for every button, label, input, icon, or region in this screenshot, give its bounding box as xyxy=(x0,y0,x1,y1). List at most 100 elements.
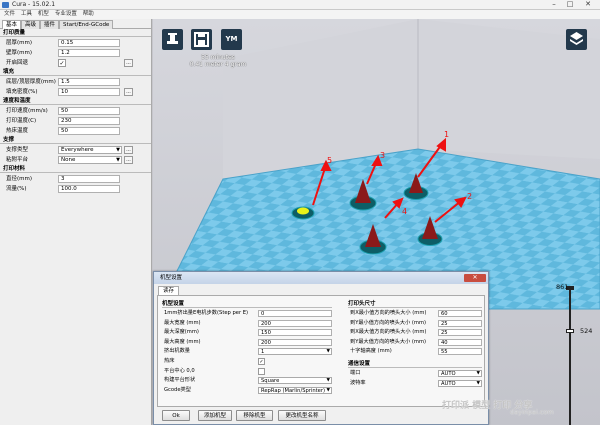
machine-setting-input[interactable]: 0 xyxy=(258,310,332,317)
setting-label: 热床温度 xyxy=(6,128,29,134)
machine-setting-select[interactable]: RepRap (Marlin/Sprinter) ▼ xyxy=(258,386,332,394)
printhead-setting-input[interactable]: 55 xyxy=(438,348,482,356)
printhead-setting-input[interactable]: 40 xyxy=(438,338,482,346)
setting-input[interactable]: 100.0 xyxy=(58,185,120,193)
layer-slider[interactable] xyxy=(565,286,575,425)
printhead-setting-input[interactable]: 25 xyxy=(438,329,482,337)
machine-setting-input[interactable]: 200 xyxy=(258,338,332,346)
print-material: 0.41 meter 4 gram xyxy=(189,61,247,68)
setting-label: 壁厚(mm) xyxy=(6,50,33,56)
ok-button[interactable]: Ok xyxy=(162,410,190,421)
section-heading: 填充 xyxy=(0,68,151,76)
menu-bar: 文件 工具 机型 专业设置 帮助 xyxy=(0,10,600,19)
setting-input[interactable]: 50 xyxy=(58,107,120,115)
printhead-setting-input[interactable]: 25 xyxy=(438,319,482,327)
machine-setting-select-value: RepRap (Marlin/Sprinter) xyxy=(261,387,326,394)
model-1[interactable] xyxy=(403,173,429,200)
tab-start-end-gcode[interactable]: Start/End-GCode xyxy=(59,20,114,29)
machine-setting-input[interactable]: 200 xyxy=(258,319,332,327)
menu-file[interactable]: 文件 xyxy=(4,10,15,19)
setting-label: 打印温度(C) xyxy=(6,118,37,124)
ym-button[interactable]: YM xyxy=(221,29,242,50)
setting-label: 层厚(mm) xyxy=(6,40,33,46)
machine-setting-select-value: 1 xyxy=(261,349,265,356)
model-5[interactable] xyxy=(291,206,315,220)
machine-setting-row: 构建平台形状 Square ▼ xyxy=(162,376,332,386)
setting-input[interactable]: 230 xyxy=(58,117,120,125)
view-mode-button[interactable] xyxy=(566,29,587,50)
setting-input[interactable]: 3 xyxy=(58,175,120,183)
comm-setting-select[interactable]: AUTO ▼ xyxy=(438,379,482,387)
rename-machine-button[interactable]: 更改机型名称 xyxy=(278,410,326,421)
section-heading: 打印材料 xyxy=(0,165,151,173)
printhead-setting-input[interactable]: 60 xyxy=(438,310,482,317)
more-settings-button[interactable]: ... xyxy=(124,59,133,67)
setting-input[interactable]: 0.15 xyxy=(58,39,120,47)
save-gcode-button[interactable] xyxy=(191,29,212,50)
settings-sections: 打印质量 层厚(mm) 0.15 壁厚(mm) 1.2 开启回退 ✓... 填充 底层/顶层厚度… xyxy=(0,29,151,194)
more-settings-button[interactable]: ... xyxy=(124,88,133,96)
tab-plugins[interactable]: 插件 xyxy=(40,20,60,29)
setting-label: 直径(mm) xyxy=(6,176,33,182)
dialog-tab[interactable]: 读存 xyxy=(158,286,180,295)
setting-input[interactable]: 1.5 xyxy=(58,78,120,86)
setting-row: 热床温度 50 xyxy=(0,126,151,136)
setting-row: 支撑类型 Everywhere ▼... xyxy=(0,145,151,155)
comm-setting-value: AUTO xyxy=(441,370,456,377)
model-3[interactable] xyxy=(349,179,377,211)
annotation-2: 2 xyxy=(467,192,472,201)
tab-advanced[interactable]: 高级 xyxy=(21,20,41,29)
minimize-button[interactable]: – xyxy=(548,0,560,9)
dialog-close-button[interactable]: ✕ xyxy=(464,274,486,282)
annotation-5: 5 xyxy=(327,156,332,165)
maximize-button[interactable]: □ xyxy=(564,0,576,9)
setting-label: 开启回退 xyxy=(6,60,29,66)
layer-max-label: 861 xyxy=(556,283,569,291)
setting-select[interactable]: Everywhere ▼ xyxy=(58,146,122,154)
load-model-button[interactable] xyxy=(162,29,183,50)
machine-setting-checkbox[interactable]: ✓ xyxy=(258,357,265,365)
setting-row: 粘附平台 None ▼... xyxy=(0,155,151,165)
print-time: 55 minutes xyxy=(201,54,235,61)
setting-row: 底层/顶层厚度(mm) 1.5 xyxy=(0,77,151,87)
setting-input[interactable]: 50 xyxy=(58,127,120,135)
model-4[interactable] xyxy=(359,224,387,255)
machine-setting-select-value: Square xyxy=(261,378,280,385)
machine-settings-column: 机型设置 1mm挤出量E电机步数(Step per E) 0 最大宽度 (mm) 20… xyxy=(162,300,332,395)
chevron-down-icon: ▼ xyxy=(116,157,120,163)
machine-setting-checkbox[interactable] xyxy=(258,367,265,375)
setting-select[interactable]: None ▼ xyxy=(58,156,122,164)
settings-panel: 基本 高级 插件 Start/End-GCode 打印质量 层厚(mm) 0.15 壁厚(m… xyxy=(0,19,152,425)
menu-tools[interactable]: 工具 xyxy=(21,10,32,19)
section-heading: 支撑 xyxy=(0,136,151,144)
setting-input[interactable]: 10 xyxy=(58,88,120,96)
add-machine-button[interactable]: 添加机型 xyxy=(198,410,232,421)
setting-input[interactable]: 1.2 xyxy=(58,49,120,57)
setting-checkbox[interactable]: ✓ xyxy=(58,59,66,67)
machine-setting-select[interactable]: 1 ▼ xyxy=(258,348,332,356)
close-button[interactable]: ✕ xyxy=(582,0,594,9)
setting-row: 填充密度(%) 10... xyxy=(0,87,151,97)
machine-setting-input[interactable]: 150 xyxy=(258,329,332,337)
tab-basic[interactable]: 基本 xyxy=(2,20,22,29)
menu-machine[interactable]: 机型 xyxy=(38,10,49,19)
comm-setting-select[interactable]: AUTO ▼ xyxy=(438,369,482,377)
comm-setting-value: AUTO xyxy=(441,380,456,387)
more-settings-button[interactable]: ... xyxy=(124,146,133,154)
menu-help[interactable]: 帮助 xyxy=(83,10,94,19)
comm-setting-row: 波特率 AUTO ▼ xyxy=(348,379,482,389)
layer-slider-handle[interactable] xyxy=(566,329,574,333)
machine-setting-row: 挤出机数量 1 ▼ xyxy=(162,347,332,357)
menu-expert[interactable]: 专业设置 xyxy=(55,10,77,19)
load-model-icon xyxy=(167,33,178,44)
machine-setting-label: Gcode类型 xyxy=(164,386,191,393)
more-settings-button[interactable]: ... xyxy=(124,156,133,164)
machine-setting-label: 平台中心 0,0 xyxy=(164,367,195,374)
machine-setting-row: 热床 ✓ xyxy=(162,357,332,367)
chevron-down-icon: ▼ xyxy=(476,370,480,376)
setting-row: 直径(mm) 3 xyxy=(0,174,151,184)
save-icon xyxy=(194,32,209,47)
remove-machine-button[interactable]: 移除机型 xyxy=(236,410,273,421)
machine-setting-select[interactable]: Square ▼ xyxy=(258,377,332,385)
machine-setting-label: 最大宽度 (mm) xyxy=(164,319,201,326)
